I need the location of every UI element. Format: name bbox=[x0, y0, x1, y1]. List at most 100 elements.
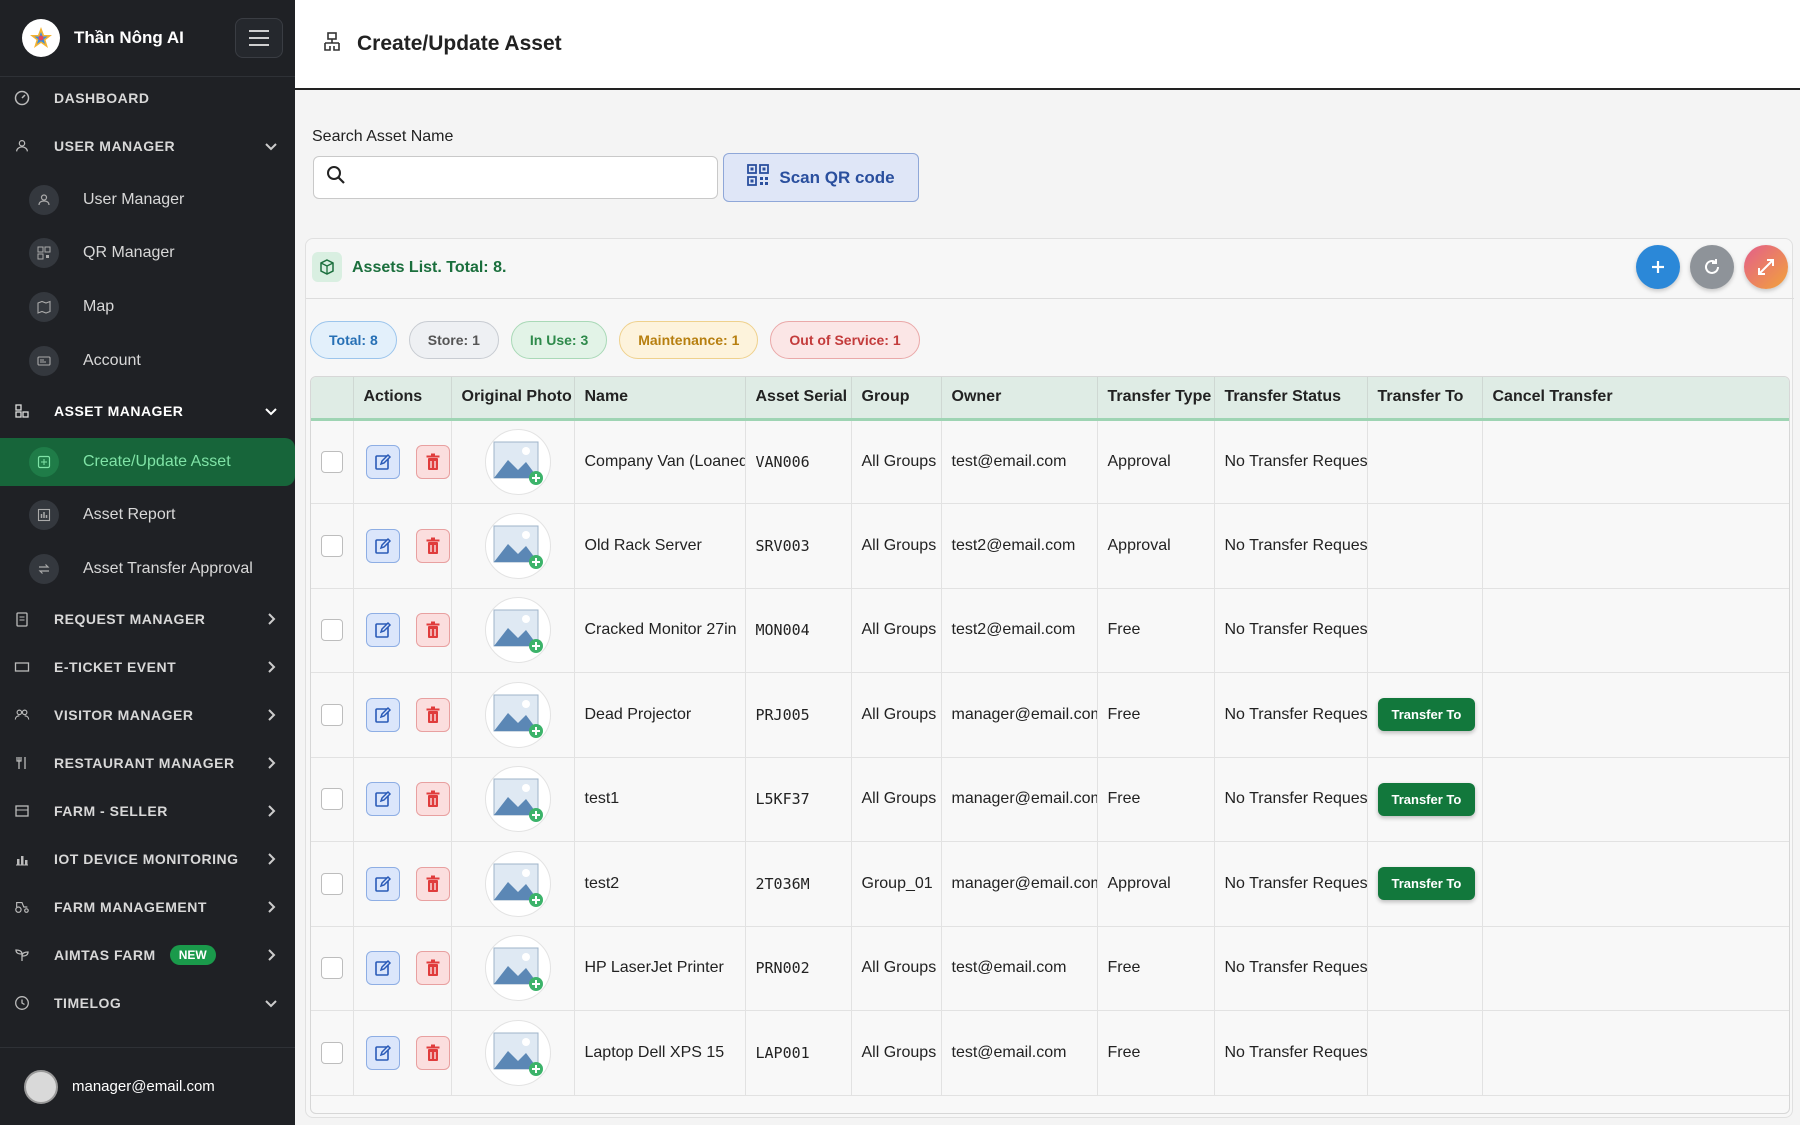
sidebar-item-timelog[interactable]: TIMELOG bbox=[0, 979, 295, 1027]
column-header: Transfer To bbox=[1367, 377, 1483, 419]
sidebar-item-account[interactable]: Account bbox=[0, 335, 295, 387]
edit-button[interactable] bbox=[365, 951, 400, 986]
asset-owner: manager@email.com bbox=[941, 757, 1098, 842]
row-checkbox[interactable] bbox=[321, 619, 343, 642]
asset-owner: test@email.com bbox=[941, 419, 1098, 504]
menu-toggle-button[interactable] bbox=[235, 18, 283, 58]
sidebar-item-request-manager[interactable]: REQUEST MANAGER bbox=[0, 595, 295, 643]
edit-button[interactable] bbox=[365, 697, 400, 732]
delete-button[interactable] bbox=[415, 444, 450, 479]
sidebar-item-iot-device-monitoring[interactable]: IOT DEVICE MONITORING bbox=[0, 835, 295, 883]
row-checkbox[interactable] bbox=[321, 534, 343, 557]
transfer-status: No Transfer Request bbox=[1214, 588, 1368, 673]
chevron-right-icon bbox=[268, 901, 276, 913]
transfer-to-button[interactable]: Transfer To bbox=[1377, 782, 1476, 816]
filter-total[interactable]: Total: 8 bbox=[310, 321, 397, 359]
clock-icon bbox=[14, 995, 30, 1011]
asset-photo[interactable] bbox=[484, 681, 551, 748]
asset-photo[interactable] bbox=[484, 428, 551, 495]
transfer-to-button[interactable]: Transfer To bbox=[1377, 867, 1476, 901]
transfer-to-button[interactable]: Transfer To bbox=[1377, 698, 1476, 732]
sidebar-item-farm-management[interactable]: FARM MANAGEMENT bbox=[0, 883, 295, 931]
chevron-down-icon bbox=[265, 408, 277, 416]
edit-button[interactable] bbox=[365, 444, 400, 479]
cancel-transfer-cell bbox=[1482, 757, 1789, 842]
sidebar-item-asset-report[interactable]: Asset Report bbox=[0, 489, 295, 541]
row-checkbox[interactable] bbox=[321, 1041, 343, 1064]
asset-photo[interactable] bbox=[484, 1019, 551, 1086]
asset-photo[interactable] bbox=[484, 850, 551, 917]
sidebar-header: Thần Nông AI bbox=[0, 0, 295, 77]
transfer-to-cell bbox=[1367, 503, 1483, 588]
asset-photo[interactable] bbox=[484, 766, 551, 833]
sidebar-item-asset-manager[interactable]: ASSET MANAGER bbox=[0, 387, 295, 435]
filter-out-of-service[interactable]: Out of Service: 1 bbox=[770, 321, 920, 359]
asset-manager-icon bbox=[14, 403, 30, 419]
sidebar-item-aimtas-farm[interactable]: AIMTAS FARM NEW bbox=[0, 931, 295, 979]
chevron-down-icon bbox=[265, 143, 277, 151]
delete-button[interactable] bbox=[415, 951, 450, 986]
edit-button[interactable] bbox=[365, 866, 400, 901]
search-icon bbox=[326, 165, 346, 190]
scan-qr-button[interactable]: Scan QR code bbox=[723, 153, 919, 202]
filter-in-use[interactable]: In Use: 3 bbox=[510, 321, 608, 359]
asset-group: Group_01 bbox=[851, 841, 942, 926]
delete-button[interactable] bbox=[415, 613, 450, 648]
row-checkbox[interactable] bbox=[321, 872, 343, 895]
row-checkbox[interactable] bbox=[321, 957, 343, 980]
sidebar-item-qr-manager[interactable]: QR Manager bbox=[0, 227, 295, 279]
delete-button[interactable] bbox=[415, 1035, 450, 1070]
row-checkbox[interactable] bbox=[321, 450, 343, 473]
transfer-to-cell bbox=[1367, 419, 1483, 504]
asset-photo[interactable] bbox=[484, 597, 551, 664]
sidebar-item-restaurant-manager[interactable]: RESTAURANT MANAGER bbox=[0, 739, 295, 787]
column-header: Cancel Transfer bbox=[1482, 377, 1789, 419]
row-checkbox[interactable] bbox=[321, 788, 343, 811]
sidebar-item-dashboard[interactable]: DASHBOARD bbox=[0, 74, 295, 122]
transfer-icon bbox=[29, 554, 59, 584]
edit-icon bbox=[374, 875, 391, 892]
edit-button[interactable] bbox=[365, 613, 400, 648]
asset-owner: test2@email.com bbox=[941, 588, 1098, 673]
add-asset-button[interactable] bbox=[1636, 245, 1680, 289]
search-input[interactable] bbox=[356, 158, 717, 197]
edit-icon bbox=[374, 1044, 391, 1061]
sidebar-item-user-manager[interactable]: USER MANAGER bbox=[0, 122, 295, 170]
list-title: Assets List. Total: 8. bbox=[352, 259, 507, 276]
edit-button[interactable] bbox=[365, 528, 400, 563]
sidebar-user[interactable]: manager@email.com bbox=[0, 1047, 295, 1125]
user-email: manager@email.com bbox=[72, 1078, 215, 1095]
refresh-button[interactable] bbox=[1690, 245, 1734, 289]
asset-photo[interactable] bbox=[484, 512, 551, 579]
plus-icon bbox=[1652, 261, 1664, 273]
sidebar-item-asset-transfer-approval[interactable]: Asset Transfer Approval bbox=[0, 543, 295, 595]
sidebar-item-visitor-manager[interactable]: VISITOR MANAGER bbox=[0, 691, 295, 739]
column-header: Transfer Status bbox=[1214, 377, 1368, 419]
sidebar-item-e-ticket-event[interactable]: E-TICKET EVENT bbox=[0, 643, 295, 691]
asset-serial: L5KF37 bbox=[745, 757, 852, 842]
search-field[interactable] bbox=[313, 156, 718, 199]
edit-icon bbox=[374, 960, 391, 977]
row-checkbox[interactable] bbox=[321, 703, 343, 726]
map-icon bbox=[29, 292, 59, 322]
edit-button[interactable] bbox=[365, 1035, 400, 1070]
column-header: Name bbox=[574, 377, 746, 419]
page-title: Create/Update Asset bbox=[357, 32, 562, 55]
delete-button[interactable] bbox=[415, 697, 450, 732]
sidebar-item-farm-seller[interactable]: FARM - SELLER bbox=[0, 787, 295, 835]
filter-store[interactable]: Store: 1 bbox=[408, 321, 499, 359]
edit-button[interactable] bbox=[365, 782, 400, 817]
expand-button[interactable] bbox=[1744, 245, 1788, 289]
asset-name: HP LaserJet Printer bbox=[574, 926, 746, 1011]
delete-button[interactable] bbox=[415, 528, 450, 563]
sidebar-item-user-manager-sub[interactable]: User Manager bbox=[0, 174, 295, 226]
asset-photo[interactable] bbox=[484, 935, 551, 1002]
app-title: Thần Nông AI bbox=[74, 28, 184, 47]
delete-button[interactable] bbox=[415, 866, 450, 901]
sidebar-item-map[interactable]: Map bbox=[0, 281, 295, 333]
delete-button[interactable] bbox=[415, 782, 450, 817]
sidebar-item-create-update-asset[interactable]: Create/Update Asset bbox=[0, 438, 295, 486]
filter-maintenance[interactable]: Maintenance: 1 bbox=[619, 321, 759, 359]
asset-manager-icon bbox=[321, 31, 343, 58]
asset-name: Cracked Monitor 27in bbox=[574, 588, 746, 673]
